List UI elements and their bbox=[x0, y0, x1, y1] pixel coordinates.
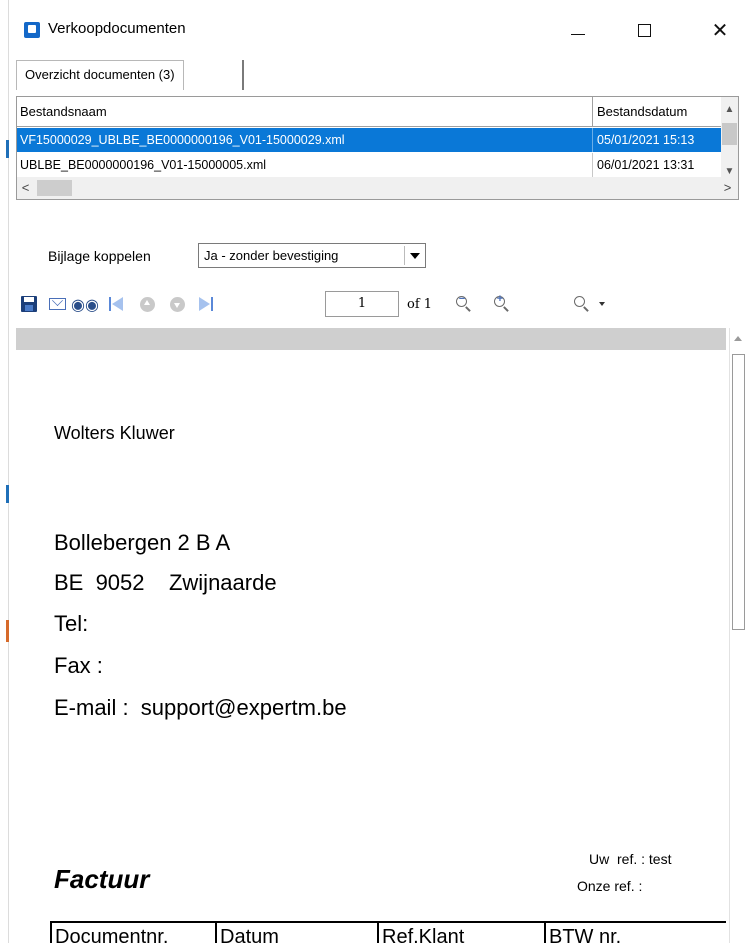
tab-separator bbox=[242, 60, 244, 90]
grid-header: Bestandsnaam Bestandsdatum bbox=[17, 97, 722, 127]
address-line: Bollebergen 2 B A bbox=[54, 530, 231, 555]
background-window-edge bbox=[0, 0, 9, 943]
column-header-bestandsnaam[interactable]: Bestandsnaam bbox=[17, 97, 593, 126]
first-page-button[interactable] bbox=[105, 292, 127, 316]
attach-select[interactable]: Ja - zonder bevestiging bbox=[198, 243, 426, 268]
viewer-vertical-scrollbar[interactable] bbox=[729, 328, 747, 943]
scroll-right-icon[interactable]: > bbox=[719, 177, 736, 199]
maximize-button[interactable] bbox=[621, 14, 667, 46]
row-date: 06/01/2021 13:31 bbox=[597, 158, 695, 172]
save-icon bbox=[21, 296, 37, 312]
chevron-down-icon[interactable] bbox=[599, 302, 605, 306]
company-name: Wolters Kluwer bbox=[54, 423, 175, 443]
viewer-toolbar: ◉◉ 1 of 1 − + bbox=[16, 285, 739, 325]
maximize-icon bbox=[637, 23, 651, 37]
previous-page-button[interactable] bbox=[136, 292, 158, 316]
zoom-out-button[interactable]: − bbox=[453, 292, 475, 316]
title-bar[interactable]: Verkoopdocumenten ✕ bbox=[10, 0, 747, 56]
invoice-header-table: Documentnr. Datum Ref.Klant BTW nr. bbox=[50, 921, 726, 943]
address-line: E-mail : support@expertm.be bbox=[54, 695, 347, 720]
table-header-cell: Ref.Klant bbox=[379, 923, 546, 943]
table-row[interactable]: UBLBE_BE0000000196_V01-15000005.xml 06/0… bbox=[17, 153, 722, 177]
scroll-thumb[interactable] bbox=[722, 123, 737, 145]
background-accent bbox=[6, 485, 9, 503]
uw-ref: Uw ref. : test bbox=[589, 851, 672, 867]
last-page-icon bbox=[198, 297, 214, 311]
table-header-cell: BTW nr. bbox=[549, 926, 622, 943]
close-button[interactable]: ✕ bbox=[697, 14, 743, 46]
last-page-button[interactable] bbox=[195, 292, 217, 316]
save-button[interactable] bbox=[18, 292, 40, 316]
close-icon: ✕ bbox=[711, 18, 729, 42]
row-filename: VF15000029_UBLBE_BE0000000196_V01-150000… bbox=[17, 128, 593, 152]
window-title: Verkoopdocumenten bbox=[48, 20, 186, 37]
grid-horizontal-scrollbar[interactable]: < > bbox=[17, 177, 738, 199]
page-number-input[interactable]: 1 bbox=[325, 291, 399, 317]
minimize-icon bbox=[571, 33, 585, 35]
onze-ref: Onze ref. : bbox=[577, 878, 643, 894]
zoom-in-button[interactable]: + bbox=[491, 292, 513, 316]
scroll-up-icon[interactable] bbox=[734, 336, 742, 341]
address-line: BE 9052 Zwijnaarde bbox=[54, 570, 277, 595]
next-page-icon bbox=[169, 296, 185, 312]
verkoopdocumenten-window: Verkoopdocumenten ✕ Overzicht documenten… bbox=[10, 0, 747, 943]
document-page: Wolters Kluwer Bollebergen 2 B A BE 9052… bbox=[16, 350, 726, 943]
document-title: Factuur bbox=[54, 864, 150, 894]
viewer-top-margin bbox=[16, 328, 726, 350]
table-row[interactable]: VF15000029_UBLBE_BE0000000196_V01-150000… bbox=[17, 128, 722, 152]
page-count: of 1 bbox=[407, 297, 433, 312]
first-page-icon bbox=[108, 297, 124, 311]
tab-overzicht-documenten[interactable]: Overzicht documenten (3) bbox=[16, 60, 184, 90]
address-line: Tel: bbox=[54, 611, 89, 636]
document-viewer: Wolters Kluwer Bollebergen 2 B A BE 9052… bbox=[16, 328, 747, 943]
column-header-bestandsdatum[interactable]: Bestandsdatum bbox=[594, 97, 722, 126]
attach-label: Bijlage koppelen bbox=[48, 248, 151, 264]
chevron-down-icon[interactable] bbox=[404, 246, 423, 265]
minimize-button[interactable] bbox=[555, 14, 601, 46]
attach-select-value: Ja - zonder bevestiging bbox=[204, 248, 339, 263]
app-icon bbox=[24, 22, 40, 38]
table-header-cell: Datum bbox=[217, 923, 379, 943]
table-header-cell: Documentnr. bbox=[52, 923, 217, 943]
scroll-left-icon[interactable]: < bbox=[17, 177, 34, 199]
email-button[interactable] bbox=[46, 292, 68, 316]
row-date: 05/01/2021 15:13 bbox=[597, 133, 695, 147]
tab-bar: Overzicht documenten (3) bbox=[10, 56, 747, 90]
email-icon bbox=[48, 298, 66, 310]
row-filename: UBLBE_BE0000000196_V01-15000005.xml bbox=[17, 153, 593, 177]
find-button[interactable]: ◉◉ bbox=[71, 292, 99, 316]
zoom-in-icon: + bbox=[494, 293, 510, 312]
background-accent bbox=[6, 620, 9, 642]
address-line: Fax : bbox=[54, 653, 103, 678]
zoom-dropdown-icon bbox=[574, 296, 590, 312]
documents-grid[interactable]: Bestandsnaam Bestandsdatum VF15000029_UB… bbox=[16, 96, 739, 200]
background-accent bbox=[6, 140, 9, 158]
scroll-thumb[interactable] bbox=[732, 354, 745, 630]
scroll-thumb[interactable] bbox=[37, 180, 72, 196]
zoom-out-icon: − bbox=[456, 293, 472, 312]
grid-vertical-scrollbar[interactable]: ▲ ▼ bbox=[721, 97, 738, 177]
next-page-button[interactable] bbox=[166, 292, 188, 316]
previous-page-icon bbox=[139, 296, 155, 312]
scroll-up-icon[interactable]: ▲ bbox=[721, 101, 738, 118]
zoom-dropdown-button[interactable] bbox=[571, 292, 593, 316]
find-icon: ◉◉ bbox=[71, 294, 99, 314]
